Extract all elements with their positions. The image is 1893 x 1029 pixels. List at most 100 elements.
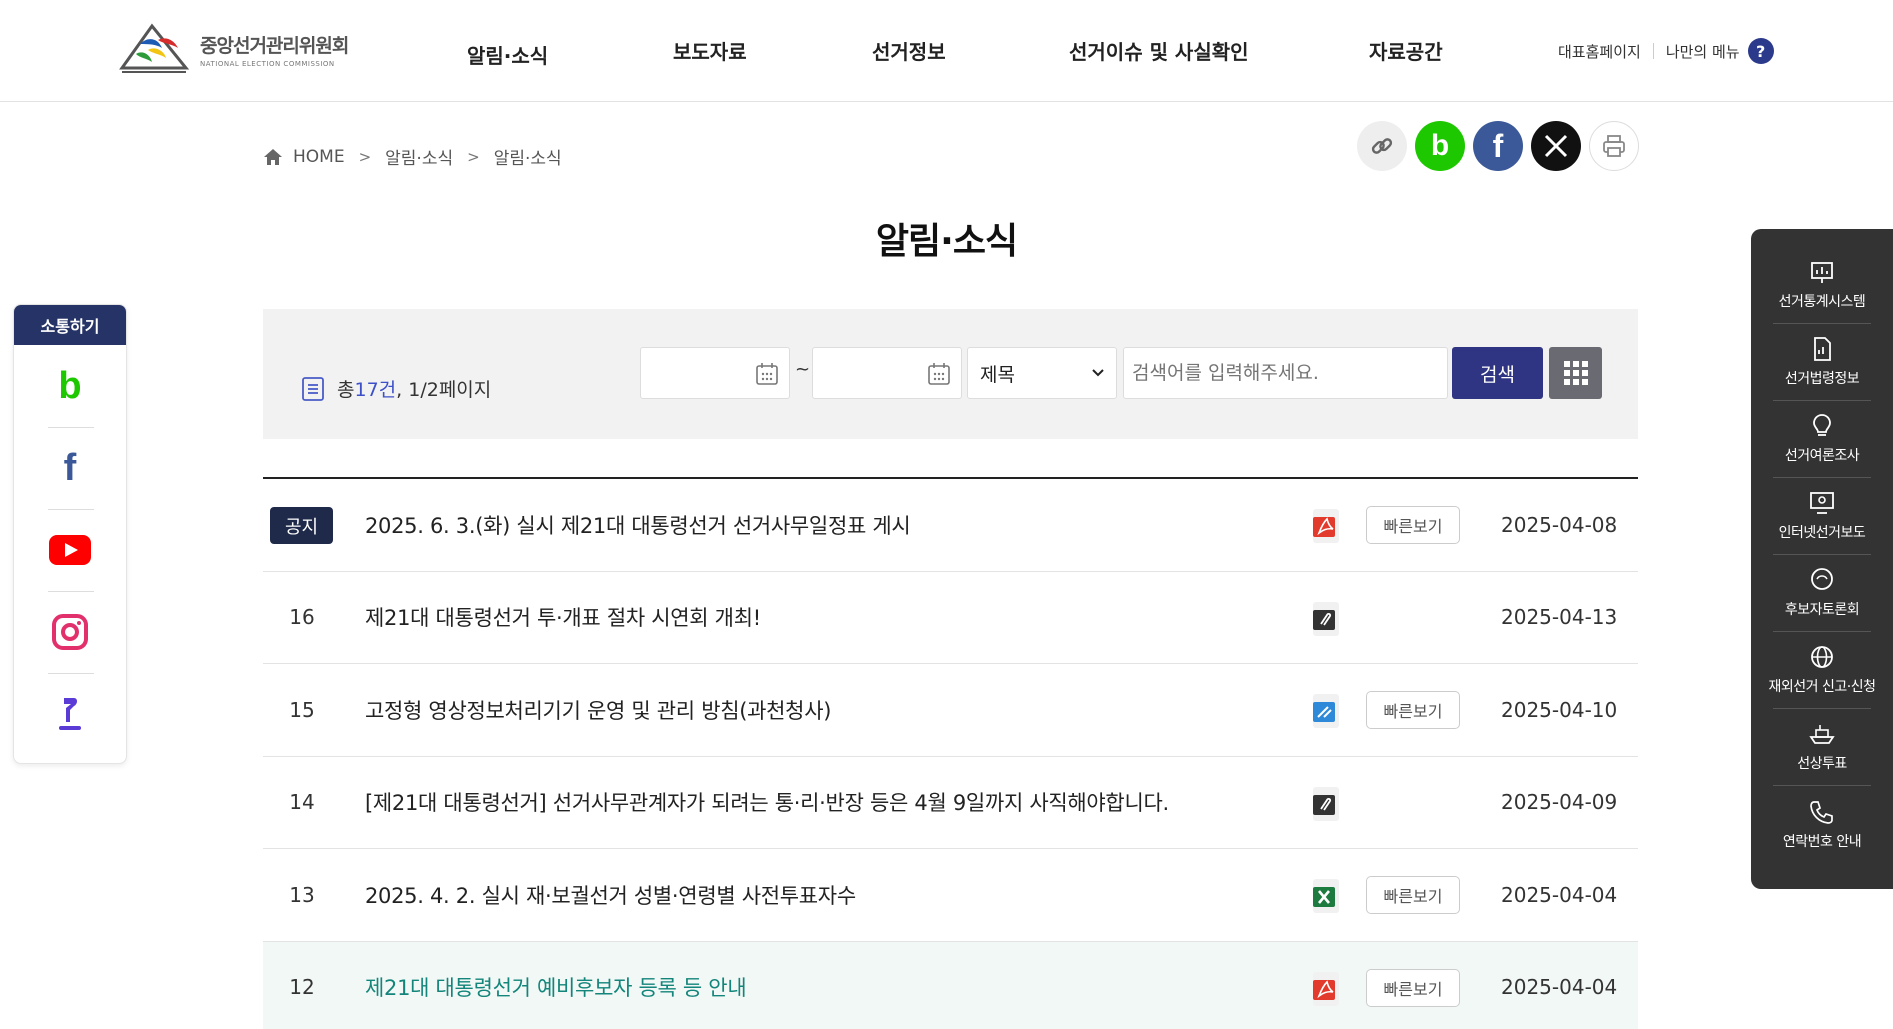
quick-menu-internet-report[interactable]: 인터넷선거보도 bbox=[1773, 478, 1871, 555]
page-title: 알림·소식 bbox=[875, 221, 1018, 262]
print-button[interactable] bbox=[1589, 121, 1639, 171]
search-button[interactable]: 검색 bbox=[1452, 347, 1543, 399]
quick-menu-debate[interactable]: 후보자토론회 bbox=[1773, 555, 1871, 632]
quick-menu-label: 선상투표 bbox=[1797, 756, 1847, 772]
quick-menu-overseas[interactable]: 재외선거 신고·신청 bbox=[1769, 632, 1876, 709]
quick-menu-contact[interactable]: 연락번호 안내 bbox=[1773, 786, 1871, 863]
facebook-icon: f bbox=[63, 446, 77, 489]
row-date: 2025-04-09 bbox=[1501, 790, 1618, 815]
quick-view-button[interactable]: 빠른보기 bbox=[1366, 876, 1460, 914]
instagram-link[interactable] bbox=[14, 591, 126, 673]
link-icon bbox=[1371, 138, 1393, 154]
quick-menu-label: 재외선거 신고·신청 bbox=[1768, 679, 1876, 695]
row-number: 16 bbox=[289, 605, 315, 630]
row-title-link[interactable]: 2025. 4. 2. 실시 재·보궐선거 성별·연령별 사전투표자수 bbox=[365, 880, 856, 910]
quick-view-button[interactable]: 빠른보기 bbox=[1366, 691, 1460, 729]
site-logo[interactable]: 중앙선거관리위원회 NATIONAL ELECTION COMMISSION bbox=[118, 22, 349, 76]
row-title-link[interactable]: 고정형 영상정보처리기기 운영 및 관리 방침(과천청사) bbox=[365, 695, 831, 725]
link-copy-button[interactable] bbox=[1357, 121, 1407, 171]
table-row[interactable]: 13 2025. 4. 2. 실시 재·보궐선거 성별·연령별 사전투표자수 빠른보… bbox=[263, 849, 1638, 942]
nav-item-fact-check[interactable]: 선거이슈 및 사실확인 bbox=[1069, 36, 1249, 65]
quick-menu: 선거통계시스템 선거법령정보 선거여론조사 인터넷선거보도 후보자토론회 재외선… bbox=[1751, 229, 1893, 889]
breadcrumb-level-1[interactable]: 알림·소식 bbox=[385, 144, 453, 169]
table-row[interactable]: 12 제21대 대통령선거 예비후보자 등록 등 안내 빠른보기 2025-04-04 bbox=[263, 941, 1638, 1029]
row-date: 2025-04-10 bbox=[1501, 697, 1618, 722]
breadcrumb-level-2[interactable]: 알림·소식 bbox=[494, 144, 562, 169]
table-row[interactable]: 14 [제21대 대통령선거] 선거사무관계자가 되려는 통·리·반장 등은 4월… bbox=[263, 757, 1638, 849]
share-buttons: b f bbox=[1357, 121, 1639, 171]
excel-file-icon[interactable] bbox=[1310, 877, 1342, 915]
chart-board-icon bbox=[1811, 262, 1833, 283]
grid-view-button[interactable] bbox=[1549, 347, 1602, 399]
blog-icon bbox=[59, 698, 81, 730]
x-share-button[interactable] bbox=[1531, 121, 1581, 171]
divider bbox=[1652, 43, 1654, 59]
main-homepage-link[interactable]: 대표홈페이지 bbox=[1558, 41, 1641, 62]
row-date: 2025-04-13 bbox=[1501, 605, 1618, 630]
x-icon bbox=[1544, 134, 1568, 158]
discussion-icon bbox=[1811, 568, 1833, 590]
hwp-file-icon[interactable] bbox=[1310, 692, 1342, 730]
search-keyword-input[interactable] bbox=[1123, 347, 1448, 399]
row-date: 2025-04-08 bbox=[1501, 512, 1618, 537]
attachment-file-icon[interactable] bbox=[1310, 600, 1342, 638]
quick-menu-poll[interactable]: 선거여론조사 bbox=[1773, 401, 1871, 478]
quick-menu-statistics[interactable]: 선거통계시스템 bbox=[1773, 247, 1871, 324]
blog-link[interactable] bbox=[14, 673, 126, 755]
quick-menu-label: 선거법령정보 bbox=[1784, 371, 1860, 387]
breadcrumb-home[interactable]: HOME bbox=[293, 147, 345, 167]
youtube-link[interactable] bbox=[14, 509, 126, 591]
notice-badge: 공지 bbox=[270, 507, 333, 544]
table-row[interactable]: 공지 2025. 6. 3.(화) 실시 제21대 대통령선거 선거사무일정표 게… bbox=[263, 479, 1638, 572]
table-row[interactable]: 16 제21대 대통령선거 투·개표 절차 시연회 개최! 2025-04-13 bbox=[263, 572, 1638, 664]
attachment-file-icon[interactable] bbox=[1310, 785, 1342, 823]
logo-name-en: NATIONAL ELECTION COMMISSION bbox=[200, 59, 335, 68]
calendar-icon[interactable] bbox=[927, 362, 951, 386]
end-date-input[interactable] bbox=[812, 347, 962, 399]
total-prefix: 총 bbox=[337, 379, 355, 401]
nav-item-archive[interactable]: 자료공간 bbox=[1369, 36, 1443, 65]
quick-menu-ship-vote[interactable]: 선상투표 bbox=[1773, 709, 1871, 786]
quick-view-button[interactable]: 빠른보기 bbox=[1366, 968, 1460, 1007]
row-number: 15 bbox=[289, 697, 315, 722]
document-list-icon bbox=[302, 376, 324, 401]
calendar-icon[interactable] bbox=[755, 362, 779, 386]
quick-view-button[interactable]: 빠른보기 bbox=[1366, 506, 1460, 544]
facebook-link[interactable]: f bbox=[14, 427, 126, 509]
social-panel-title: 소통하기 bbox=[14, 305, 126, 345]
pdf-file-icon[interactable] bbox=[1310, 507, 1342, 545]
lightbulb-icon bbox=[1813, 414, 1831, 436]
row-title-link[interactable]: 제21대 대통령선거 투·개표 절차 시연회 개최! bbox=[365, 602, 761, 632]
quick-menu-label: 인터넷선거보도 bbox=[1778, 525, 1866, 541]
notice-list: 공지 2025. 6. 3.(화) 실시 제21대 대통령선거 선거사무일정표 게… bbox=[263, 477, 1638, 1029]
my-menu-link[interactable]: 나만의 메뉴 bbox=[1666, 41, 1740, 62]
pdf-file-icon[interactable] bbox=[1310, 970, 1342, 1008]
nav-item-news[interactable]: 알림·소식 bbox=[467, 40, 548, 69]
nav-item-press[interactable]: 보도자료 bbox=[673, 36, 747, 65]
logo-name-ko: 중앙선거관리위원회 bbox=[200, 34, 349, 57]
table-row[interactable]: 15 고정형 영상정보처리기기 운영 및 관리 방침(과천청사) 빠른보기 2025-… bbox=[263, 664, 1638, 757]
band-link[interactable]: b bbox=[14, 345, 126, 427]
row-date: 2025-04-04 bbox=[1501, 882, 1618, 907]
phone-icon bbox=[1810, 800, 1833, 824]
quick-menu-label: 선거여론조사 bbox=[1784, 448, 1860, 464]
row-title-link[interactable]: 제21대 대통령선거 예비후보자 등록 등 안내 bbox=[365, 972, 747, 1002]
row-title-link[interactable]: 2025. 6. 3.(화) 실시 제21대 대통령선거 선거사무일정표 게시 bbox=[365, 510, 911, 540]
help-icon[interactable]: ? bbox=[1747, 38, 1774, 64]
search-field-select[interactable]: 제목 bbox=[967, 347, 1117, 399]
quick-menu-law[interactable]: 선거법령정보 bbox=[1773, 324, 1871, 401]
document-icon bbox=[1814, 337, 1831, 361]
start-date-input[interactable] bbox=[640, 347, 790, 399]
nav-item-election-info[interactable]: 선거정보 bbox=[872, 36, 946, 65]
breadcrumb: HOME > 알림·소식 > 알림·소식 bbox=[263, 144, 562, 169]
breadcrumb-separator: > bbox=[467, 147, 480, 166]
row-number: 12 bbox=[289, 975, 315, 1000]
row-title-link[interactable]: [제21대 대통령선거] 선거사무관계자가 되려는 통·리·반장 등은 4월 9… bbox=[365, 787, 1169, 817]
facebook-icon: f bbox=[1492, 127, 1504, 164]
site-header: 중앙선거관리위원회 NATIONAL ELECTION COMMISSION 알… bbox=[0, 0, 1893, 102]
nec-logo-icon bbox=[119, 23, 190, 73]
row-number: 14 bbox=[289, 790, 315, 815]
facebook-share-button[interactable]: f bbox=[1473, 121, 1523, 171]
breadcrumb-separator: > bbox=[358, 147, 372, 166]
band-share-button[interactable]: b bbox=[1415, 121, 1465, 171]
